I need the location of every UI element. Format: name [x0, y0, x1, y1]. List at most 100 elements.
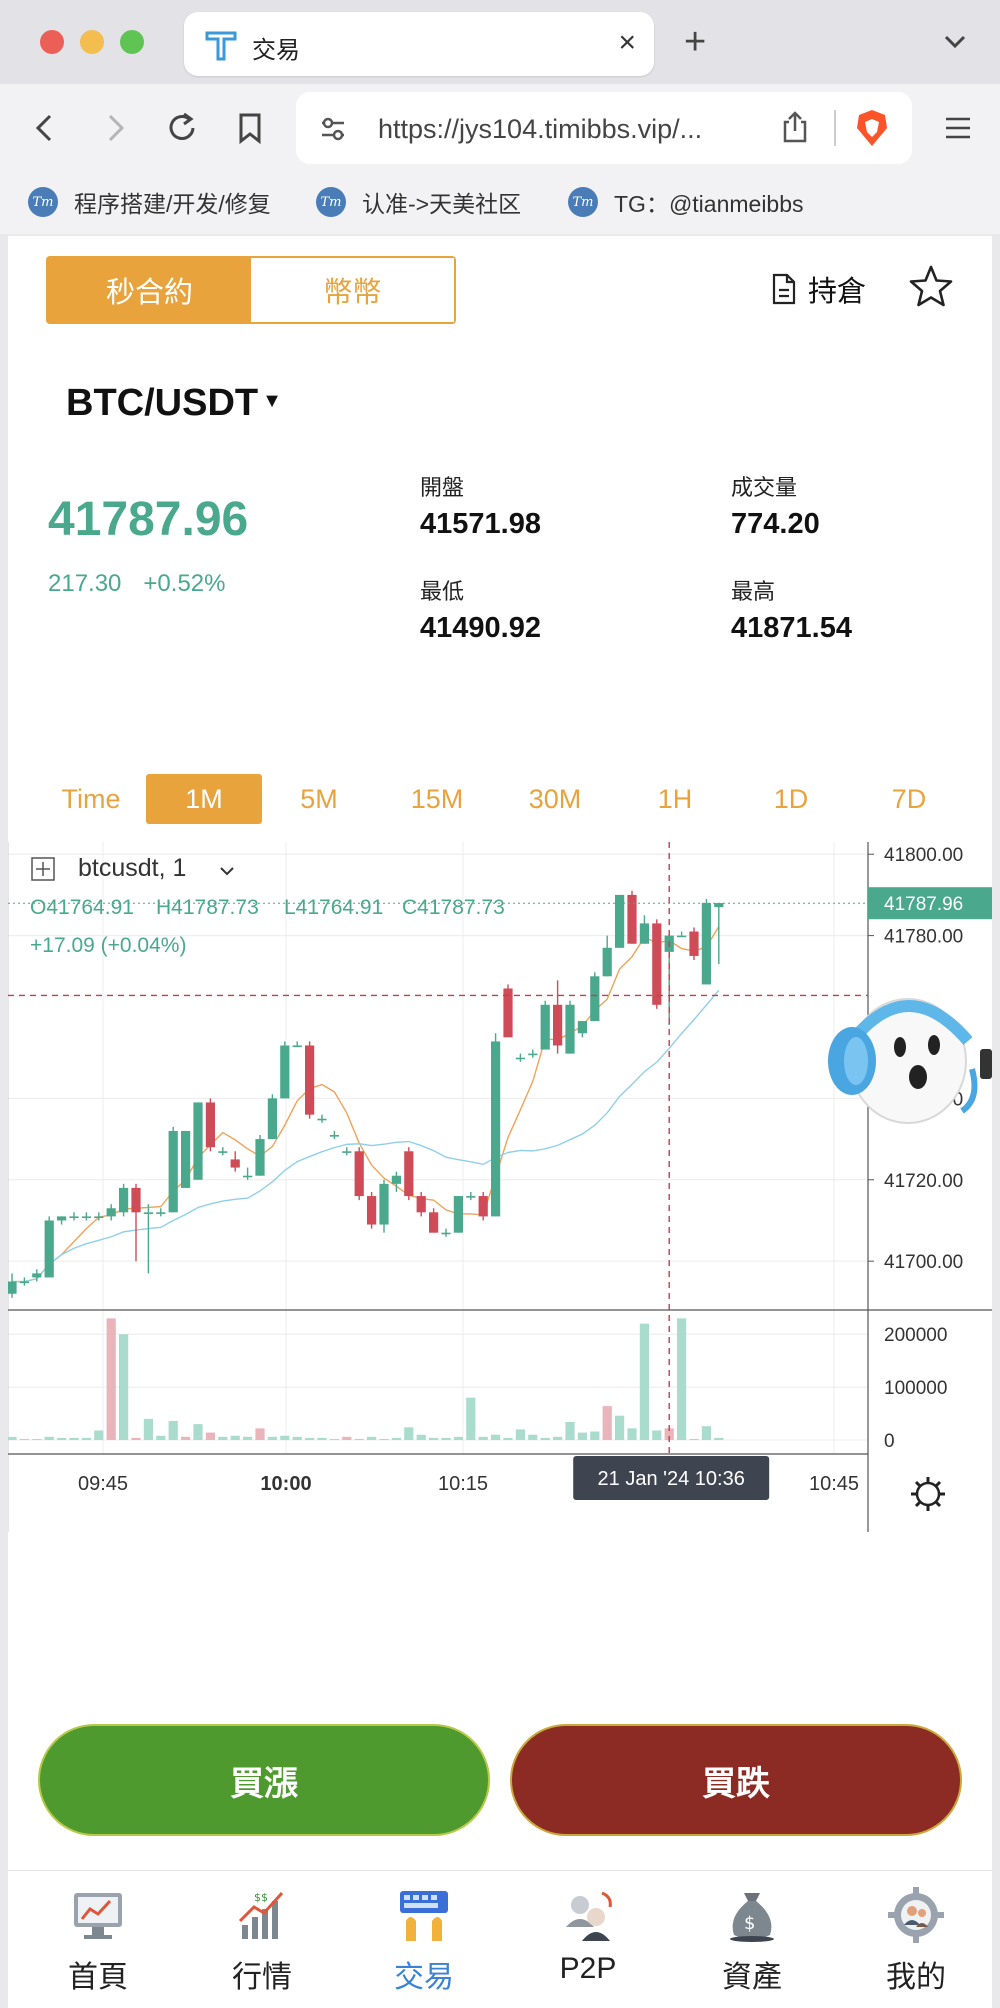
favorite-star-icon[interactable] — [908, 264, 954, 308]
candle — [193, 1102, 203, 1180]
candle-body — [181, 1130, 191, 1188]
close-window-button[interactable] — [40, 30, 64, 54]
candle — [540, 1000, 550, 1050]
timeframe-1h[interactable]: 1H — [620, 774, 730, 824]
buy-down-button[interactable]: 買跌 — [510, 1724, 962, 1836]
svg-text:$: $ — [744, 1913, 755, 1934]
candle-body — [81, 1216, 91, 1218]
open-label: 開盤 — [420, 475, 465, 500]
candle-body — [379, 1183, 389, 1225]
tab-list-chevron-icon[interactable] — [942, 28, 968, 54]
tianmei-logo-icon: Tm — [28, 187, 58, 217]
chart-symbol[interactable]: btcusdt, 1 — [78, 854, 186, 882]
nav-profile[interactable]: 我的 — [846, 1887, 986, 1996]
nav-trade[interactable]: 交易 — [354, 1887, 494, 1996]
timeframe-time[interactable]: Time — [36, 774, 146, 824]
candle — [565, 1000, 575, 1054]
new-tab-icon[interactable]: + — [684, 22, 706, 62]
candle — [255, 1135, 265, 1176]
nav-home[interactable]: 首頁 — [28, 1887, 168, 1996]
holdings-button[interactable]: 持倉 — [770, 268, 866, 310]
candle — [317, 1114, 327, 1123]
close-tab-icon[interactable]: × — [618, 26, 636, 60]
candle-body — [677, 935, 687, 938]
candle-body — [553, 1004, 563, 1046]
nav-market[interactable]: $$ 行情 — [192, 1887, 332, 1996]
candle-body — [652, 923, 662, 1005]
price-chart[interactable]: 41800.0041780.0041740.0041720.0041700.00… — [8, 842, 992, 1532]
price-tick-label: 41720.00 — [884, 1171, 963, 1192]
candle — [218, 1147, 228, 1156]
candle — [131, 1183, 141, 1262]
chart-settings-icon[interactable] — [911, 1477, 945, 1511]
candle-body — [565, 1004, 575, 1054]
candle — [305, 1041, 315, 1119]
bookmark-item[interactable]: Tm 程序搭建/开发/修复 — [28, 184, 271, 220]
buy-up-button[interactable]: 買漲 — [38, 1724, 490, 1836]
bookmark-item[interactable]: Tm 认准->天美社区 — [316, 184, 521, 220]
timeframe-1m[interactable]: 1M — [146, 774, 262, 824]
candle — [354, 1147, 364, 1201]
timeframe-15m[interactable]: 15M — [382, 774, 492, 824]
reload-icon[interactable] — [164, 110, 200, 146]
candle — [106, 1204, 116, 1221]
volume-bar — [590, 1431, 600, 1440]
volume-tick-label: 100000 — [884, 1378, 947, 1399]
timeframe-5m[interactable]: 5M — [264, 774, 374, 824]
brave-shield-icon[interactable] — [854, 108, 890, 148]
volume-bar — [503, 1437, 513, 1440]
nav-p2p[interactable]: P2P — [518, 1887, 658, 1986]
site-settings-icon[interactable] — [318, 114, 348, 144]
volume-bar — [19, 1438, 29, 1440]
profile-gear-icon — [888, 1887, 944, 1943]
candle-body — [57, 1216, 67, 1221]
address-bar[interactable]: https://jys104.timibbs.vip/... — [296, 92, 912, 164]
zoom-window-button[interactable] — [120, 30, 144, 54]
candle — [602, 935, 612, 977]
volume-bar — [404, 1427, 414, 1440]
volume-bar — [528, 1434, 538, 1440]
candle-body — [354, 1151, 364, 1197]
customer-service-mascot-icon[interactable] — [822, 981, 992, 1141]
volume-bar — [701, 1426, 711, 1440]
back-icon[interactable] — [28, 110, 64, 146]
last-price-label: 41787.96 — [884, 894, 963, 915]
menu-icon[interactable] — [940, 110, 976, 146]
candle — [639, 915, 649, 944]
volume-bar — [565, 1422, 575, 1440]
candle-body — [416, 1196, 426, 1213]
candle-body — [19, 1281, 29, 1284]
nav-assets[interactable]: $ 資產 — [682, 1887, 822, 1996]
timeframe-1d[interactable]: 1D — [736, 774, 846, 824]
change-percent: +0.52% — [143, 570, 226, 597]
browser-tab[interactable]: 交易 × — [184, 12, 654, 76]
timeframe-7d[interactable]: 7D — [854, 774, 964, 824]
legend-close: C41787.73 — [402, 896, 505, 919]
nav-label: 行情 — [232, 1961, 292, 1994]
low-label: 最低 — [420, 579, 465, 604]
volume-bar — [106, 1318, 116, 1440]
candle-body — [218, 1151, 228, 1153]
volume-bar — [156, 1435, 166, 1440]
minimize-window-button[interactable] — [80, 30, 104, 54]
candle-body — [404, 1151, 414, 1197]
candle — [478, 1191, 488, 1221]
candle-body — [106, 1208, 116, 1217]
candle — [416, 1191, 426, 1217]
share-icon[interactable] — [780, 110, 810, 144]
bookmark-icon[interactable] — [232, 110, 268, 146]
spot-tab[interactable]: 幣幣 — [251, 258, 454, 322]
bookmark-item[interactable]: Tm TG：@tianmeibbs — [568, 184, 804, 220]
candle-body — [292, 1045, 302, 1048]
timeframe-30m[interactable]: 30M — [500, 774, 610, 824]
forward-icon[interactable] — [96, 110, 132, 146]
volume-bar — [354, 1438, 364, 1440]
volume-bar — [230, 1435, 240, 1440]
candle-body — [528, 1053, 538, 1056]
volume-bar — [94, 1430, 104, 1440]
pair-selector[interactable]: BTC/USDT ▼ — [66, 382, 282, 425]
candle-body — [131, 1187, 141, 1213]
market-chart-icon: $$ — [238, 1891, 284, 1939]
volume-bar — [8, 1436, 17, 1440]
seconds-contract-tab[interactable]: 秒合約 — [48, 258, 251, 322]
